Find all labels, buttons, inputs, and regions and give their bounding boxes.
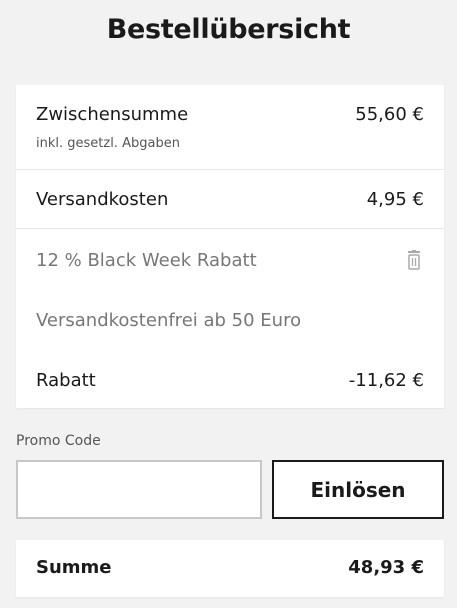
divider <box>16 228 444 229</box>
shipping-value: 4,95 € <box>366 189 424 210</box>
total-label: Summe <box>36 557 112 578</box>
promo-free-shipping-label: Versandkostenfrei ab 50 Euro <box>36 310 302 331</box>
discount-value: -11,62 € <box>348 370 424 391</box>
trash-icon[interactable] <box>406 250 422 270</box>
order-summary-card: Zwischensumme 55,60 € inkl. gesetzl. Abg… <box>16 85 444 408</box>
total-value: 48,93 € <box>348 557 424 578</box>
promo-black-week-label: 12 % Black Week Rabatt <box>36 250 257 271</box>
discount-label: Rabatt <box>36 370 96 391</box>
total-card: Summe 48,93 € <box>16 540 444 597</box>
page-title: Bestellübersicht <box>106 14 351 45</box>
subtotal-label: Zwischensumme <box>36 104 189 125</box>
redeem-button[interactable]: Einlösen <box>272 460 444 519</box>
subtotal-value: 55,60 € <box>355 104 424 125</box>
divider <box>16 169 444 170</box>
promo-code-input[interactable] <box>16 460 262 519</box>
shipping-label: Versandkosten <box>36 189 169 210</box>
subtotal-tax-note: inkl. gesetzl. Abgaben <box>36 136 180 151</box>
promo-code-label: Promo Code <box>16 433 101 449</box>
